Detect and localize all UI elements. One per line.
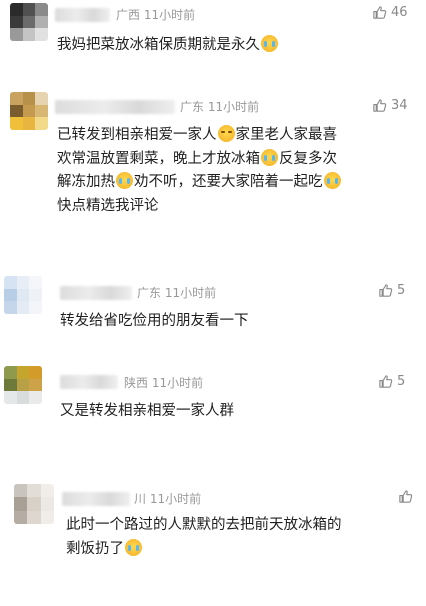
thumbs-up-icon xyxy=(379,375,393,388)
username-blurred[interactable] xyxy=(55,8,110,22)
comment-meta: 广西 11小时前 xyxy=(116,6,195,23)
like-button[interactable]: 46 xyxy=(372,5,408,20)
comment-line: 此时一个路过的人默默的去把前天放冰箱的 xyxy=(66,514,342,538)
time-label: 11小时前 xyxy=(151,376,204,390)
comment-text-part: 转发给省吃俭用的朋友看一下 xyxy=(60,313,249,329)
comment-line: 已转发到相亲相爱一家人 家里老人家最喜 xyxy=(57,124,342,148)
thumbs-up-icon xyxy=(379,284,393,297)
comment-line: 解冻加热 劝不听，还要大家陪着一起吃 xyxy=(57,171,342,195)
comment-text-part: 劝不听，还要大家陪着一起吃 xyxy=(134,174,323,190)
region-label: 陕西 xyxy=(124,376,149,390)
thumbs-up-icon xyxy=(373,6,387,19)
crying-face-emoji xyxy=(323,172,341,189)
thumbs-up-icon xyxy=(373,99,387,112)
comment-line: 欢常温放置剩菜，晚上才放冰箱 反复多次 xyxy=(57,148,342,172)
time-label: 11小时前 xyxy=(143,8,196,22)
crying-face-emoji xyxy=(125,538,142,556)
username-blurred[interactable] xyxy=(62,492,130,506)
like-button[interactable]: 34 xyxy=(372,98,408,113)
time-label: 11小时前 xyxy=(164,286,217,300)
thumbs-up-icon xyxy=(399,490,413,503)
region-label: 广东 xyxy=(137,286,162,300)
like-count: 46 xyxy=(391,5,408,20)
comment-item: 广东 11小时前 5 转发给省吃俭用的朋友看一下 xyxy=(0,270,426,340)
like-count: 34 xyxy=(391,98,408,113)
region-label: 广东 xyxy=(180,100,205,114)
comment-text-part: 家里老人家最喜 xyxy=(235,127,338,143)
comment-text-part: 我妈把菜放冰箱保质期就是永久 xyxy=(57,37,260,53)
time-label: 11小时前 xyxy=(149,492,202,506)
time-label: 11小时前 xyxy=(207,100,260,114)
like-count: 5 xyxy=(397,374,406,389)
username-blurred[interactable] xyxy=(60,286,132,300)
avatar[interactable] xyxy=(10,3,48,41)
comment-item: 广东 11小时前 34 已转发到相亲相爱一家人 家里老人家最喜 欢常温放置剩菜，晚… xyxy=(0,88,426,238)
comment-meta: 川 11小时前 xyxy=(134,490,201,507)
region-label: 广西 xyxy=(116,8,141,22)
username-blurred[interactable] xyxy=(55,100,175,114)
comment-line: 剩饭扔了 xyxy=(66,538,342,562)
comment-item: 川 11小时前 此时一个路过的人默默的去把前天放冰箱的 剩饭扔了 xyxy=(0,480,426,590)
comment-text: 我妈把菜放冰箱保质期就是永久 xyxy=(57,34,279,58)
comment-text: 已转发到相亲相爱一家人 家里老人家最喜 欢常温放置剩菜，晚上才放冰箱 反复多次 解冻… xyxy=(57,124,342,218)
comment-text: 此时一个路过的人默默的去把前天放冰箱的 剩饭扔了 xyxy=(66,514,342,561)
avatar[interactable] xyxy=(4,276,42,314)
avatar[interactable] xyxy=(4,366,42,404)
comment-meta: 陕西 11小时前 xyxy=(124,374,203,391)
comment-text-part: 欢常温放置剩菜，晚上才放冰箱 xyxy=(57,150,260,167)
avatar[interactable] xyxy=(14,484,54,524)
comment-text-part: 剩饭扔了 xyxy=(66,540,124,557)
comment-text-part: 此时一个路过的人默默的去把前天放冰箱的 xyxy=(66,517,342,533)
like-button[interactable]: 5 xyxy=(378,374,405,389)
avatar[interactable] xyxy=(10,92,48,130)
like-button[interactable]: 5 xyxy=(378,283,405,298)
like-count: 5 xyxy=(397,283,406,298)
comment-item: 陕西 11小时前 5 又是转发相亲相爱一家人群 xyxy=(0,362,426,432)
comment-text-part: 又是转发相亲相爱一家人群 xyxy=(60,403,234,419)
like-button[interactable] xyxy=(398,489,417,504)
comment-text: 转发给省吃俭用的朋友看一下 xyxy=(60,310,249,334)
comment-text-part: 已转发到相亲相爱一家人 xyxy=(57,127,217,143)
comment-text-part: 快点精选我评论 xyxy=(57,197,159,214)
comment-item: 广西 11小时前 46 我妈把菜放冰箱保质期就是永久 xyxy=(0,0,426,70)
laughing-tears-emoji xyxy=(217,125,235,142)
comment-meta: 广东 11小时前 xyxy=(137,284,216,301)
username-blurred[interactable] xyxy=(60,375,118,389)
region-label: 川 xyxy=(134,492,147,506)
crying-face-emoji xyxy=(261,35,278,52)
crying-face-emoji xyxy=(261,148,278,166)
comment-text-part: 反复多次 xyxy=(279,150,337,167)
comment-text: 又是转发相亲相爱一家人群 xyxy=(60,400,234,424)
comment-line: 快点精选我评论 xyxy=(57,195,342,219)
crying-face-emoji xyxy=(116,172,133,189)
comment-text-part: 解冻加热 xyxy=(57,174,115,190)
comment-meta: 广东 11小时前 xyxy=(180,98,259,115)
